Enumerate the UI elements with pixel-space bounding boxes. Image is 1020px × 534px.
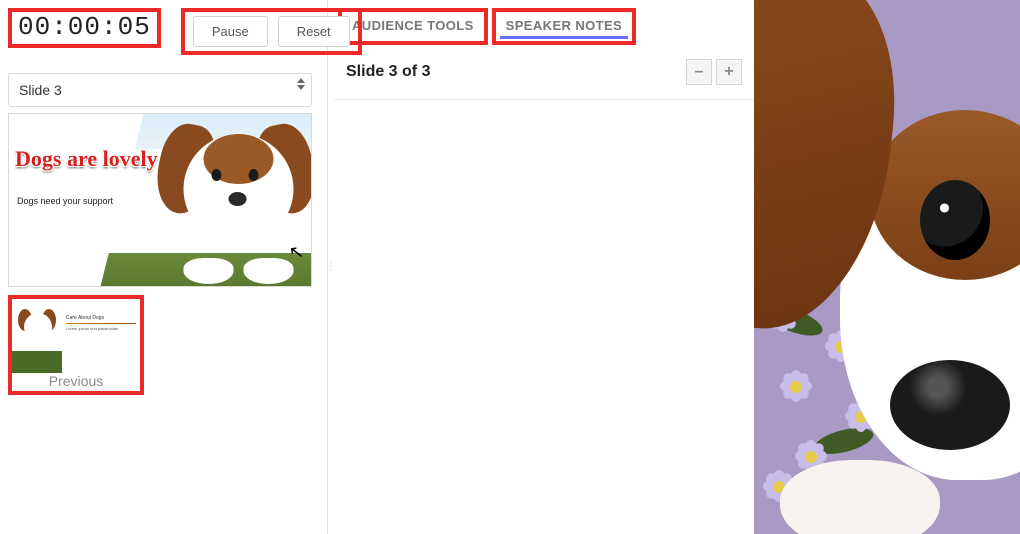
left-panel: 00:00:05 Pause Reset Slide 3 <box>0 0 328 534</box>
slide-title-text: Dogs are lovely <box>15 148 158 170</box>
timer-buttons-group: Pause Reset <box>181 8 362 55</box>
timer-controls-row: 00:00:05 Pause Reset <box>8 8 319 55</box>
slide-photo <box>91 113 312 287</box>
notes-header: Slide 3 of 3 – + <box>334 45 754 99</box>
presenter-view: 00:00:05 Pause Reset Slide 3 <box>0 0 1020 534</box>
tabs-row: AUDIENCE TOOLS SPEAKER NOTES <box>334 0 754 45</box>
zoom-in-button[interactable]: + <box>716 59 742 85</box>
reset-button[interactable]: Reset <box>278 16 350 47</box>
stepper-icon <box>297 78 305 90</box>
zoom-controls: – + <box>686 59 742 85</box>
tab-speaker-notes[interactable]: SPEAKER NOTES <box>492 8 636 45</box>
speaker-notes-body <box>334 99 754 534</box>
mouse-cursor-icon: ↖ <box>288 241 306 264</box>
pause-button[interactable]: Pause <box>193 16 268 47</box>
slide-selector-label: Slide 3 <box>19 82 62 98</box>
dog-illustration <box>149 114 312 284</box>
live-slide-preview: // generate scattered daisy-like flowers… <box>754 0 1020 534</box>
slide-position-label: Slide 3 of 3 <box>346 63 430 81</box>
prev-thumb-subtitle: Lorem ipsum text placeholder <box>66 326 136 331</box>
previous-slide-thumbnail: Care About Dogs Lorem ipsum text placeho… <box>12 299 140 373</box>
zoom-out-button[interactable]: – <box>686 59 712 85</box>
notes-panel: AUDIENCE TOOLS SPEAKER NOTES Slide 3 of … <box>334 0 754 534</box>
previous-slide-nav[interactable]: Care About Dogs Lorem ipsum text placeho… <box>8 295 144 395</box>
slide-subtitle-text: Dogs need your support <box>17 196 113 206</box>
dog-photo-large <box>754 0 1020 534</box>
previous-label: Previous <box>12 373 140 389</box>
elapsed-timer: 00:00:05 <box>8 8 161 48</box>
current-slide-thumbnail[interactable]: Dogs are lovely Dogs need your support ↖ <box>8 113 312 287</box>
slide-selector-dropdown[interactable]: Slide 3 <box>8 73 312 107</box>
prev-thumb-title: Care About Dogs <box>66 315 136 321</box>
